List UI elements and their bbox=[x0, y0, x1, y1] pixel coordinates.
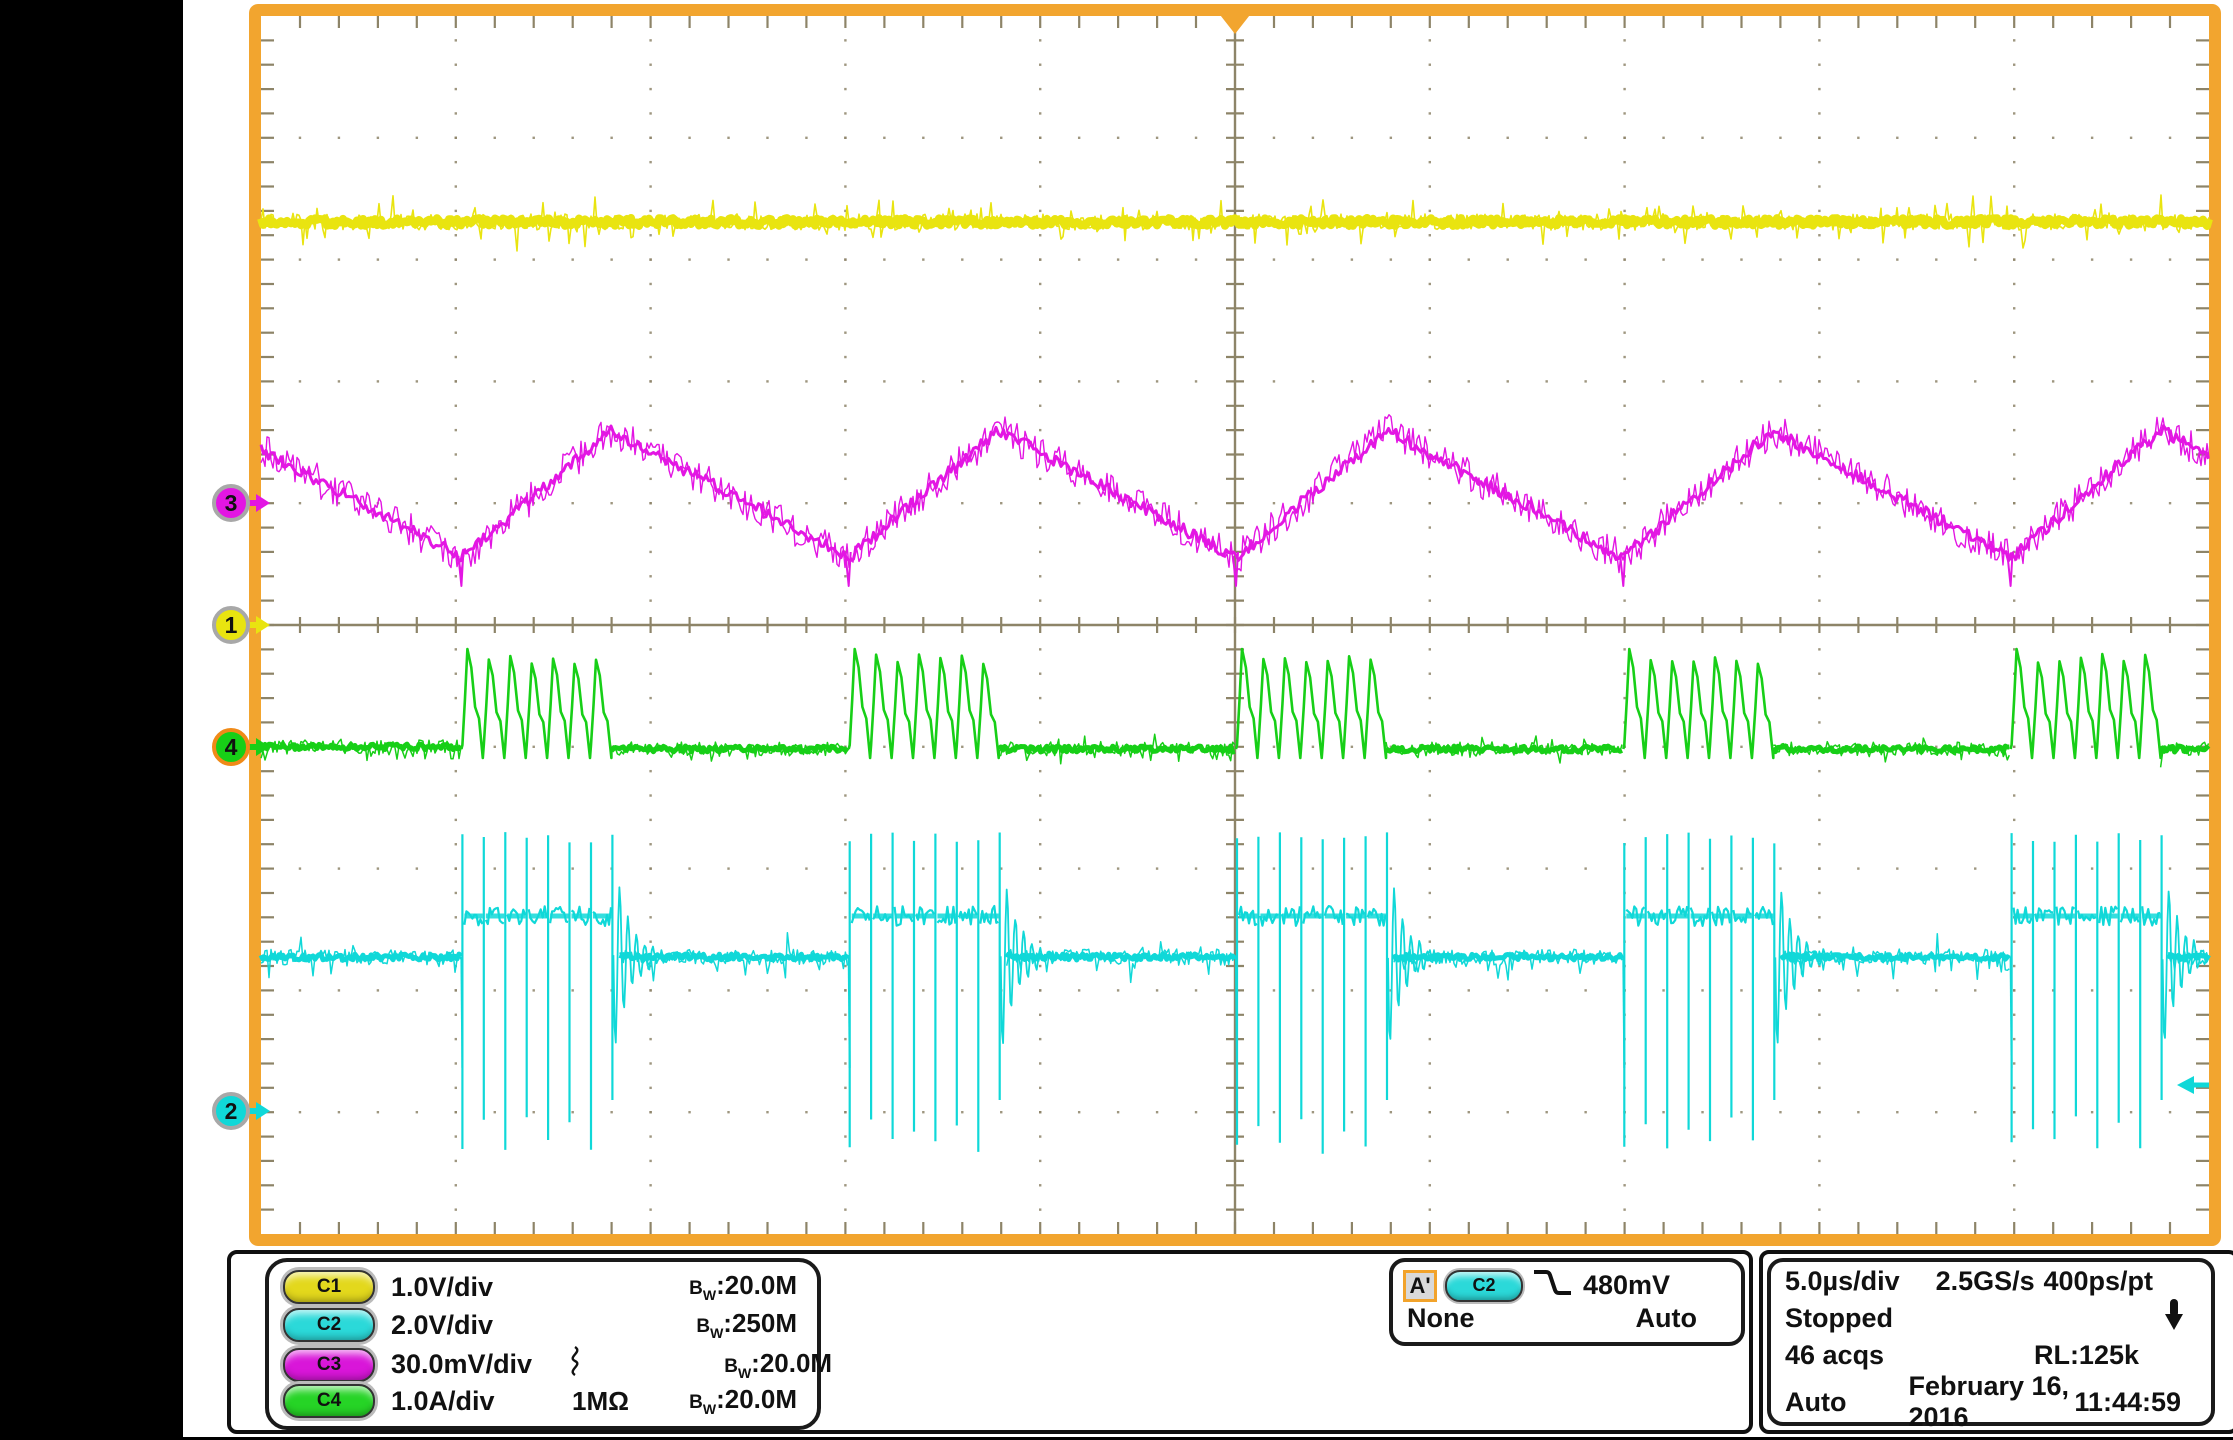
ac-coupling-icon bbox=[532, 1344, 596, 1385]
channel-row-c1: C1 1.0V/div BW:20.0M bbox=[283, 1268, 797, 1306]
graticule-and-waveforms: 3 1 4 2 bbox=[0, 0, 2233, 1440]
impedance-c4: 1MΩ bbox=[561, 1386, 639, 1417]
time-label: 11:44:59 bbox=[2074, 1387, 2181, 1418]
svg-text:3: 3 bbox=[225, 490, 238, 516]
channel-badge-c4[interactable]: C4 bbox=[283, 1384, 375, 1418]
trigger-mode: Auto bbox=[1636, 1303, 1697, 1334]
svg-text:2: 2 bbox=[225, 1098, 238, 1124]
acquisition-count: 46 acqs bbox=[1785, 1340, 1884, 1371]
channel-badge-c2[interactable]: C2 bbox=[283, 1308, 375, 1342]
trigger-a-badge[interactable]: A' bbox=[1403, 1270, 1437, 1302]
svg-text:1: 1 bbox=[225, 612, 238, 638]
channel-scale-c2: 2.0V/div bbox=[391, 1310, 497, 1341]
trigger-source-badge[interactable]: C2 bbox=[1445, 1270, 1523, 1302]
bandwidth-c3: BW:20.0M bbox=[674, 1348, 832, 1381]
channel-scale-c4: 1.0A/div bbox=[391, 1386, 497, 1417]
b-trigger-status: None bbox=[1407, 1303, 1475, 1334]
svg-text:4: 4 bbox=[225, 734, 238, 760]
channel-scale-c3: 30.0mV/div bbox=[391, 1349, 532, 1380]
timebase-scale: 5.0µs/div bbox=[1785, 1266, 1900, 1297]
channel-row-c2: C2 2.0V/div BW:250M bbox=[283, 1306, 797, 1344]
channel-row-c4: C4 1.0A/div 1MΩ BW:20.0M bbox=[283, 1382, 797, 1420]
bandwidth-c1: BW:20.0M bbox=[639, 1270, 797, 1303]
record-position-icon bbox=[2161, 1297, 2187, 1340]
channel-row-c3: C3 30.0mV/div BW:20.0M bbox=[283, 1344, 797, 1382]
oscilloscope-screen: 3 1 4 2 C1 1.0V/div BW:20.0M C2 2.0V/div BW… bbox=[0, 0, 2233, 1440]
bandwidth-c4: BW:20.0M bbox=[639, 1384, 797, 1417]
channel-badge-c3[interactable]: C3 bbox=[283, 1348, 375, 1382]
falling-edge-icon bbox=[1531, 1268, 1575, 1303]
acquisition-status: Stopped bbox=[1785, 1303, 1893, 1334]
trigger-panel: A' C2 480mV None Auto bbox=[1389, 1258, 1745, 1346]
bandwidth-c2: BW:250M bbox=[639, 1308, 797, 1341]
resolution: 400ps/pt bbox=[2043, 1266, 2153, 1297]
acquisition-mode: Auto bbox=[1785, 1387, 1846, 1418]
date-label: February 16, 2016 bbox=[1908, 1371, 2074, 1433]
trigger-level: 480mV bbox=[1583, 1270, 1670, 1301]
channel-settings-panel: C1 1.0V/div BW:20.0M C2 2.0V/div BW:250M… bbox=[265, 1258, 821, 1430]
sample-rate: 2.5GS/s bbox=[1936, 1266, 2035, 1297]
trigger-level-arrow-stem bbox=[2192, 1083, 2209, 1088]
channel-badge-c1[interactable]: C1 bbox=[283, 1270, 375, 1304]
record-length: RL:125k bbox=[2034, 1340, 2139, 1371]
channel-scale-c1: 1.0V/div bbox=[391, 1272, 497, 1303]
timebase-panel: 5.0µs/div 2.5GS/s 400ps/pt Stopped 46 ac… bbox=[1767, 1258, 2215, 1426]
